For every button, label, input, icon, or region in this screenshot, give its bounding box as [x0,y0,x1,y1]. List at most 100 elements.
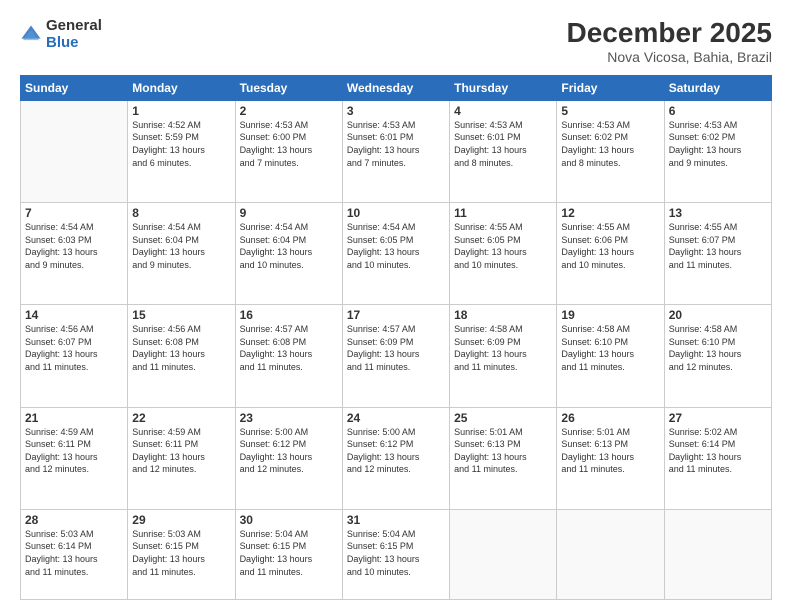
calendar-header-monday: Monday [128,75,235,100]
calendar-cell [21,100,128,202]
calendar-cell: 5Sunrise: 4:53 AM Sunset: 6:02 PM Daylig… [557,100,664,202]
day-number: 9 [240,206,338,220]
day-info: Sunrise: 4:54 AM Sunset: 6:04 PM Dayligh… [132,221,230,271]
day-number: 17 [347,308,445,322]
calendar-cell: 23Sunrise: 5:00 AM Sunset: 6:12 PM Dayli… [235,407,342,509]
calendar-cell: 12Sunrise: 4:55 AM Sunset: 6:06 PM Dayli… [557,203,664,305]
day-number: 13 [669,206,767,220]
day-info: Sunrise: 5:01 AM Sunset: 6:13 PM Dayligh… [454,426,552,476]
calendar-cell: 27Sunrise: 5:02 AM Sunset: 6:14 PM Dayli… [664,407,771,509]
day-info: Sunrise: 5:03 AM Sunset: 6:14 PM Dayligh… [25,528,123,578]
day-number: 8 [132,206,230,220]
calendar-cell: 21Sunrise: 4:59 AM Sunset: 6:11 PM Dayli… [21,407,128,509]
day-info: Sunrise: 4:58 AM Sunset: 6:10 PM Dayligh… [669,323,767,373]
logo-icon [20,24,42,46]
calendar-cell: 3Sunrise: 4:53 AM Sunset: 6:01 PM Daylig… [342,100,449,202]
day-info: Sunrise: 4:53 AM Sunset: 6:01 PM Dayligh… [454,119,552,169]
day-number: 5 [561,104,659,118]
day-number: 3 [347,104,445,118]
calendar-week-row: 21Sunrise: 4:59 AM Sunset: 6:11 PM Dayli… [21,407,772,509]
day-number: 15 [132,308,230,322]
day-number: 2 [240,104,338,118]
day-info: Sunrise: 4:56 AM Sunset: 6:08 PM Dayligh… [132,323,230,373]
calendar-cell: 18Sunrise: 4:58 AM Sunset: 6:09 PM Dayli… [450,305,557,407]
day-number: 4 [454,104,552,118]
logo-text: General Blue [46,18,102,51]
day-number: 1 [132,104,230,118]
location-subtitle: Nova Vicosa, Bahia, Brazil [567,49,772,65]
day-info: Sunrise: 5:04 AM Sunset: 6:15 PM Dayligh… [347,528,445,578]
calendar-header-sunday: Sunday [21,75,128,100]
header: General Blue December 2025 Nova Vicosa, … [20,18,772,65]
day-number: 11 [454,206,552,220]
calendar-cell: 10Sunrise: 4:54 AM Sunset: 6:05 PM Dayli… [342,203,449,305]
day-info: Sunrise: 4:55 AM Sunset: 6:07 PM Dayligh… [669,221,767,271]
month-title: December 2025 [567,18,772,49]
day-number: 7 [25,206,123,220]
calendar-cell: 28Sunrise: 5:03 AM Sunset: 6:14 PM Dayli… [21,509,128,599]
day-info: Sunrise: 5:03 AM Sunset: 6:15 PM Dayligh… [132,528,230,578]
day-info: Sunrise: 4:55 AM Sunset: 6:05 PM Dayligh… [454,221,552,271]
day-info: Sunrise: 4:57 AM Sunset: 6:08 PM Dayligh… [240,323,338,373]
calendar-week-row: 7Sunrise: 4:54 AM Sunset: 6:03 PM Daylig… [21,203,772,305]
day-info: Sunrise: 5:00 AM Sunset: 6:12 PM Dayligh… [240,426,338,476]
calendar-cell: 2Sunrise: 4:53 AM Sunset: 6:00 PM Daylig… [235,100,342,202]
day-number: 23 [240,411,338,425]
day-number: 18 [454,308,552,322]
day-number: 29 [132,513,230,527]
day-info: Sunrise: 4:53 AM Sunset: 6:02 PM Dayligh… [669,119,767,169]
logo: General Blue [20,18,102,51]
calendar-header-row: SundayMondayTuesdayWednesdayThursdayFrid… [21,75,772,100]
day-number: 14 [25,308,123,322]
calendar-header-friday: Friday [557,75,664,100]
day-info: Sunrise: 5:00 AM Sunset: 6:12 PM Dayligh… [347,426,445,476]
day-info: Sunrise: 5:01 AM Sunset: 6:13 PM Dayligh… [561,426,659,476]
day-info: Sunrise: 4:54 AM Sunset: 6:05 PM Dayligh… [347,221,445,271]
day-number: 20 [669,308,767,322]
calendar-cell: 31Sunrise: 5:04 AM Sunset: 6:15 PM Dayli… [342,509,449,599]
day-info: Sunrise: 4:56 AM Sunset: 6:07 PM Dayligh… [25,323,123,373]
day-info: Sunrise: 4:53 AM Sunset: 6:00 PM Dayligh… [240,119,338,169]
day-number: 22 [132,411,230,425]
day-number: 24 [347,411,445,425]
day-number: 26 [561,411,659,425]
calendar-table: SundayMondayTuesdayWednesdayThursdayFrid… [20,75,772,600]
day-number: 27 [669,411,767,425]
calendar-cell: 15Sunrise: 4:56 AM Sunset: 6:08 PM Dayli… [128,305,235,407]
calendar-header-wednesday: Wednesday [342,75,449,100]
calendar-cell: 1Sunrise: 4:52 AM Sunset: 5:59 PM Daylig… [128,100,235,202]
day-info: Sunrise: 4:59 AM Sunset: 6:11 PM Dayligh… [132,426,230,476]
title-block: December 2025 Nova Vicosa, Bahia, Brazil [567,18,772,65]
day-number: 30 [240,513,338,527]
calendar-cell: 11Sunrise: 4:55 AM Sunset: 6:05 PM Dayli… [450,203,557,305]
day-info: Sunrise: 4:57 AM Sunset: 6:09 PM Dayligh… [347,323,445,373]
day-info: Sunrise: 4:59 AM Sunset: 6:11 PM Dayligh… [25,426,123,476]
day-info: Sunrise: 4:54 AM Sunset: 6:04 PM Dayligh… [240,221,338,271]
calendar-cell: 13Sunrise: 4:55 AM Sunset: 6:07 PM Dayli… [664,203,771,305]
calendar-cell: 26Sunrise: 5:01 AM Sunset: 6:13 PM Dayli… [557,407,664,509]
calendar-week-row: 1Sunrise: 4:52 AM Sunset: 5:59 PM Daylig… [21,100,772,202]
calendar-cell: 7Sunrise: 4:54 AM Sunset: 6:03 PM Daylig… [21,203,128,305]
day-info: Sunrise: 5:04 AM Sunset: 6:15 PM Dayligh… [240,528,338,578]
page: General Blue December 2025 Nova Vicosa, … [0,0,792,612]
calendar-cell: 24Sunrise: 5:00 AM Sunset: 6:12 PM Dayli… [342,407,449,509]
day-number: 28 [25,513,123,527]
calendar-cell: 14Sunrise: 4:56 AM Sunset: 6:07 PM Dayli… [21,305,128,407]
day-number: 12 [561,206,659,220]
calendar-cell: 25Sunrise: 5:01 AM Sunset: 6:13 PM Dayli… [450,407,557,509]
calendar-header-saturday: Saturday [664,75,771,100]
day-number: 6 [669,104,767,118]
calendar-cell: 17Sunrise: 4:57 AM Sunset: 6:09 PM Dayli… [342,305,449,407]
day-number: 25 [454,411,552,425]
day-info: Sunrise: 4:55 AM Sunset: 6:06 PM Dayligh… [561,221,659,271]
calendar-cell: 9Sunrise: 4:54 AM Sunset: 6:04 PM Daylig… [235,203,342,305]
calendar-cell: 8Sunrise: 4:54 AM Sunset: 6:04 PM Daylig… [128,203,235,305]
logo-blue: Blue [46,35,102,52]
day-number: 21 [25,411,123,425]
day-number: 10 [347,206,445,220]
day-info: Sunrise: 4:58 AM Sunset: 6:10 PM Dayligh… [561,323,659,373]
day-info: Sunrise: 4:53 AM Sunset: 6:02 PM Dayligh… [561,119,659,169]
calendar-header-tuesday: Tuesday [235,75,342,100]
calendar-cell: 30Sunrise: 5:04 AM Sunset: 6:15 PM Dayli… [235,509,342,599]
day-info: Sunrise: 5:02 AM Sunset: 6:14 PM Dayligh… [669,426,767,476]
